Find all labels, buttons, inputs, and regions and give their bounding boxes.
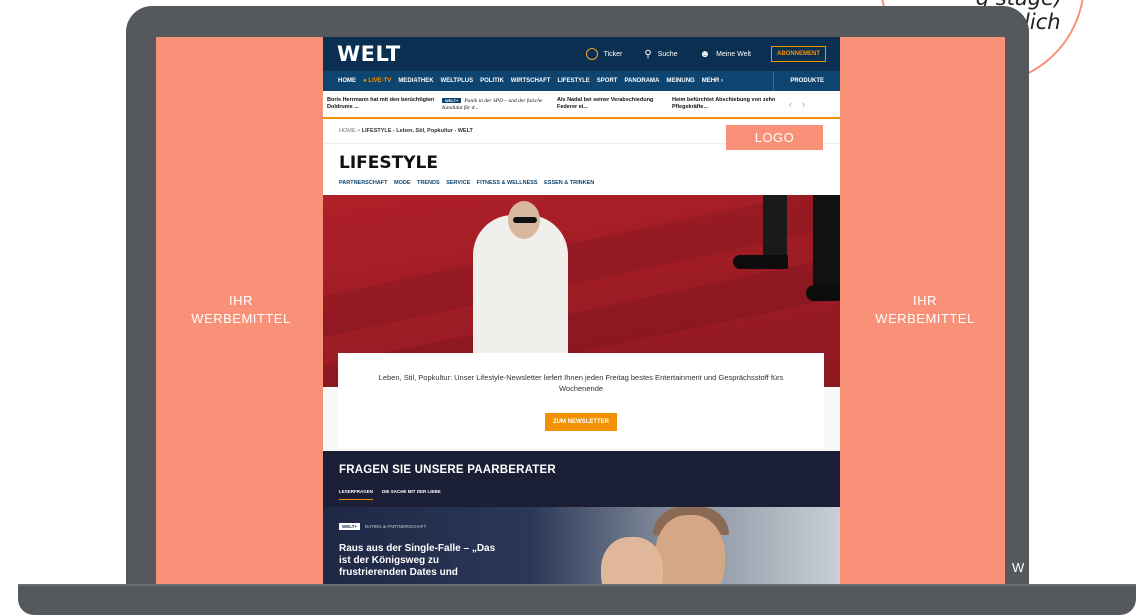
laptop-base-edge: [18, 584, 1136, 586]
nav-item-mehr[interactable]: MEHR ›: [702, 78, 723, 84]
nav-item-live-tv-label: LIVE-TV: [368, 78, 392, 84]
left-ad-slot[interactable]: IHR WERBEMITTEL: [156, 292, 326, 328]
cropped-text-fragment: W: [1012, 560, 1025, 575]
teaser-title: Boris Herrmann hat mit den berüchtigten …: [327, 97, 435, 110]
right-ad-line-1: IHR: [913, 293, 937, 308]
welt-logo[interactable]: WELT: [337, 42, 401, 66]
figure-shoe: [733, 255, 788, 269]
advice-tabs: LESERFRAGEN DIE SACHE MIT DER LIEBE: [323, 476, 840, 500]
subnav-item-partnerschaft[interactable]: PARTNERSCHAFT: [339, 180, 387, 186]
search-label: Suche: [657, 50, 678, 58]
figure-leg: [813, 195, 840, 295]
nav-item-produkte[interactable]: PRODUKTE: [773, 71, 840, 91]
ad-mockup-stage: g stage) möglich IHR WERBEMITTEL IHR WER…: [0, 0, 1145, 615]
teaser-item[interactable]: WELT+ Panik in der SPD – und der falsche …: [442, 97, 557, 112]
site-topbar: WELT Ticker ⚲ Suche ☻ Meine Welt ABONNEM…: [323, 37, 840, 71]
ticker-label: Ticker: [603, 50, 623, 58]
subnav-item-mode[interactable]: MODE: [394, 180, 411, 186]
account-label: Meine Welt: [716, 50, 751, 58]
newsletter-text: Leben, Stil, Popkultur: Unser Lifestyle-…: [378, 373, 784, 393]
right-ad-slot[interactable]: IHR WERBEMITTEL: [840, 292, 1005, 328]
logo-ad-slot[interactable]: LOGO: [726, 125, 823, 150]
nav-item-mehr-label: MEHR: [701, 78, 720, 84]
nav-item-meinung[interactable]: MEINUNG: [666, 78, 694, 84]
article-title: Raus aus der Single-Falle – „Das ist der…: [339, 543, 496, 578]
section-subnav: PARTNERSCHAFT MODE TRENDS SERVICE FITNES…: [323, 173, 840, 195]
nav-item-lifestyle[interactable]: LIFESTYLE: [557, 78, 589, 84]
teaser-item[interactable]: Als Nadal bei seiner Verabschiedung Fede…: [557, 97, 672, 111]
article-category: DATING & PARTNERSCHAFT: [365, 524, 427, 529]
laptop-base: [18, 584, 1136, 615]
teaser-tag: WELT+: [442, 97, 462, 103]
nav-item-live-tv[interactable]: ● LIVE-TV: [363, 78, 391, 84]
teaser-strip: Boris Herrmann hat mit den berüchtigten …: [323, 91, 840, 119]
user-icon: ☻: [699, 48, 711, 60]
account-link[interactable]: ☻ Meine Welt: [700, 49, 751, 60]
tab-sache-mit-der-liebe[interactable]: DIE SACHE MIT DER LIEBE: [382, 489, 441, 500]
nav-item-sport[interactable]: SPORT: [597, 78, 618, 84]
subnav-item-service[interactable]: SERVICE: [446, 180, 470, 186]
newsletter-button[interactable]: ZUM NEWSLETTER: [545, 413, 617, 431]
clock-icon: [585, 48, 598, 60]
teaser-title: Als Nadal bei seiner Verabschiedung Fede…: [557, 97, 654, 110]
advice-title: FRAGEN SIE UNSERE PAARBERATER: [339, 464, 556, 476]
chevron-right-icon[interactable]: ›: [802, 99, 805, 109]
subscribe-button[interactable]: ABONNEMENT: [771, 46, 826, 62]
main-nav: HOME ● LIVE-TV MEDIATHEK WELTPLUS POLITI…: [323, 71, 840, 91]
photo-face: [601, 537, 663, 585]
breadcrumb-current: LIFESTYLE - Leben, Stil, Popkultur - WEL…: [361, 128, 473, 134]
nav-item-politik[interactable]: POLITIK: [480, 78, 504, 84]
ticker-link[interactable]: Ticker: [585, 48, 623, 60]
teaser-item[interactable]: Heim befürchtet Abschiebung von zehn Pfl…: [672, 97, 787, 111]
chevron-left-icon[interactable]: ‹: [789, 99, 792, 109]
laptop-screen: IHR WERBEMITTEL IHR WERBEMITTEL WELT Tic…: [156, 37, 1005, 585]
left-ad-line-1: IHR: [229, 293, 253, 308]
nav-item-wirtschaft[interactable]: WIRTSCHAFT: [511, 78, 551, 84]
chevron-right-icon: ›: [721, 78, 724, 84]
nav-item-panorama[interactable]: PANORAMA: [624, 78, 659, 84]
left-ad-line-2: WERBEMITTEL: [191, 311, 291, 326]
search-link[interactable]: ⚲ Suche: [644, 49, 677, 60]
article-teaser[interactable]: WELT+ DATING & PARTNERSCHAFT Raus aus de…: [323, 507, 840, 585]
search-icon: ⚲: [644, 48, 652, 60]
article-meta: WELT+ DATING & PARTNERSCHAFT: [339, 523, 426, 530]
nav-item-mediathek[interactable]: MEDIATHEK: [398, 78, 433, 84]
nav-item-home[interactable]: HOME: [338, 78, 356, 84]
teaser-pager: ‹ ›: [789, 99, 805, 109]
welt-website: WELT Ticker ⚲ Suche ☻ Meine Welt ABONNEM…: [323, 37, 840, 585]
breadcrumb-separator: >: [357, 128, 361, 134]
newsletter-card: Leben, Stil, Popkultur: Unser Lifestyle-…: [338, 353, 824, 448]
advice-section: FRAGEN SIE UNSERE PAARBERATER LESERFRAGE…: [323, 451, 840, 585]
subnav-item-essen[interactable]: ESSEN & TRINKEN: [544, 180, 594, 186]
subnav-item-trends[interactable]: TRENDS: [417, 180, 440, 186]
figure-shoe: [806, 285, 840, 301]
subnav-item-fitness[interactable]: FITNESS & WELLNESS: [477, 180, 538, 186]
photo-face: [655, 515, 725, 585]
right-ad-line-2: WERBEMITTEL: [875, 311, 975, 326]
teaser-item[interactable]: Boris Herrmann hat mit den berüchtigten …: [327, 97, 442, 111]
figure-sunglasses: [513, 217, 537, 223]
tab-leserfragen[interactable]: LESERFRAGEN: [339, 489, 374, 500]
article-badge: WELT+: [339, 523, 361, 530]
teaser-title: Heim befürchtet Abschiebung von zehn Pfl…: [672, 97, 776, 110]
breadcrumb-home[interactable]: HOME: [339, 128, 356, 134]
nav-item-weltplus[interactable]: WELTPLUS: [441, 78, 474, 84]
